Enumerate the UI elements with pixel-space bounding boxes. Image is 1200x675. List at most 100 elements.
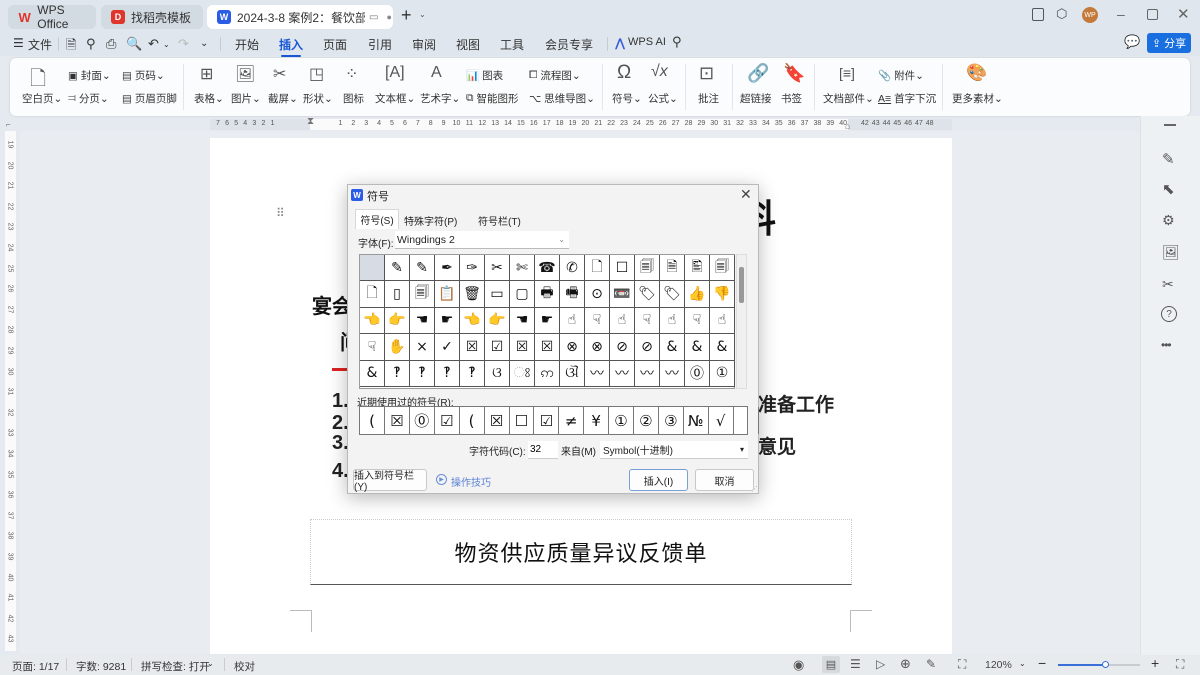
drag-handle-icon[interactable]: ⠿ — [276, 206, 285, 220]
symbol-cell[interactable]: 🖶 — [535, 281, 560, 308]
symbol-cell[interactable]: 🖷 — [560, 281, 585, 308]
icon-button[interactable]: 图标 — [343, 91, 364, 106]
tab-docer[interactable]: D 找稻壳模板 — [101, 5, 203, 29]
symbol-cell[interactable]: ☛ — [435, 307, 460, 335]
symbol-cell[interactable]: ▯ — [385, 281, 410, 308]
symbol-cell[interactable]: ဢ — [535, 360, 560, 387]
screenshot-button[interactable]: 截屏 ⌄ — [268, 91, 298, 106]
font-select[interactable]: Wingdings 2 ⌄ — [395, 231, 569, 249]
tab-special-chars[interactable]: 特殊字符(P) — [404, 213, 457, 228]
table-button[interactable]: 表格 ⌄ — [194, 91, 224, 106]
zoom-out-button[interactable]: − — [1038, 655, 1046, 671]
symbol-grid-scrollbar[interactable] — [736, 254, 747, 389]
redo-icon[interactable]: ↷ — [178, 36, 189, 52]
menu-page[interactable]: 页面 — [323, 36, 347, 53]
symbol-cell[interactable]: ☑ — [485, 334, 510, 361]
symbol-button[interactable]: 符号 ⌄ — [612, 91, 642, 106]
symbol-cell[interactable]: 〰 — [585, 360, 610, 387]
symbol-cell[interactable]: ⓪ — [685, 360, 710, 387]
symbol-cell[interactable]: ☒ — [460, 334, 485, 361]
from-select[interactable]: Symbol(十进制) ▾ — [600, 441, 748, 459]
symbol-cell[interactable]: ☟ — [360, 334, 385, 361]
recent-symbol-cell[interactable]: ≠ — [559, 407, 585, 434]
restore-button[interactable] — [1147, 9, 1158, 20]
symbol-cell[interactable]: ☟ — [635, 307, 660, 335]
pin-icon[interactable]: ⚲ — [86, 36, 96, 52]
symbol-cell[interactable]: 📼 — [610, 281, 635, 308]
undo-icon[interactable]: ↶ — [148, 36, 159, 52]
share-button[interactable]: ⇪ 分享 — [1147, 33, 1191, 53]
pen-mode-icon[interactable]: ✎ — [926, 657, 936, 671]
symbol-cell[interactable]: ☒ — [535, 334, 560, 361]
save-icon[interactable]: 🗎 — [66, 36, 76, 58]
page-number-button[interactable]: ▤ 页码 ⌄ — [122, 68, 165, 83]
chevron-down-icon[interactable]: ⌄ — [1019, 659, 1026, 668]
cancel-button[interactable]: 取消 — [695, 469, 754, 491]
more-chevron-icon[interactable]: ⌄ — [200, 38, 208, 49]
menu-tools[interactable]: 工具 — [500, 36, 524, 53]
tips-link[interactable]: 操作技巧 — [451, 474, 491, 489]
symbol-cell[interactable]: ✎ — [385, 255, 410, 282]
outline-view-icon[interactable]: ☰ — [850, 657, 861, 671]
symbol-cell[interactable]: ✆ — [560, 255, 585, 282]
symbol-cell[interactable]: ☐ — [610, 255, 635, 282]
symbol-cell[interactable]: ଔ — [560, 360, 585, 387]
print-icon[interactable]: ⎙ — [106, 36, 116, 52]
recent-symbol-cell[interactable]: ( — [360, 407, 385, 434]
symbol-cell[interactable]: ☝ — [660, 307, 685, 335]
insert-button[interactable]: 插入(I) — [629, 469, 688, 491]
symbol-cell[interactable]: ☚ — [510, 307, 535, 335]
new-tab-button[interactable]: + — [401, 5, 412, 26]
smartart-button[interactable]: ⧉ 智能图形 — [466, 91, 519, 106]
flowchart-button[interactable]: ⧠ 流程图 ⌄ — [529, 68, 581, 83]
symbol-cell[interactable]: ⊙ — [585, 281, 610, 308]
symbol-cell[interactable]: 👎 — [710, 281, 735, 308]
recent-symbol-cell[interactable]: ☑ — [435, 407, 460, 434]
symbol-cell[interactable]: 🗑 — [460, 281, 485, 308]
menu-member[interactable]: 会员专享 — [545, 36, 593, 53]
symbol-cell[interactable]: ‽ — [385, 360, 410, 387]
play-icon[interactable]: ▷ — [876, 657, 885, 671]
recent-symbol-cell[interactable]: ☐ — [509, 407, 535, 434]
symbol-cell[interactable]: 👉 — [385, 307, 410, 335]
symbol-cell[interactable]: ▢ — [510, 281, 535, 308]
pen-icon[interactable]: ✎ — [1162, 150, 1175, 168]
fullscreen-icon[interactable]: ⛶ — [1176, 657, 1184, 672]
symbol-cell[interactable]: ✄ — [510, 255, 535, 282]
symbol-cell[interactable]: ☝ — [710, 307, 735, 335]
symbol-cell[interactable]: ① — [710, 360, 735, 387]
close-dialog-button[interactable]: ✕ — [740, 186, 752, 203]
close-window-button[interactable]: ✕ — [1177, 5, 1190, 23]
settings-sliders-icon[interactable]: ⚙ — [1162, 212, 1175, 229]
ruler-corner-icon[interactable]: ⌐ — [6, 120, 11, 129]
fit-screen-icon[interactable]: ⛶ — [958, 657, 966, 672]
wordart-button[interactable]: 艺术字 ⌄ — [420, 91, 460, 106]
symbol-cell[interactable]: ⊗ — [585, 334, 610, 361]
symbol-cell[interactable]: 🗋 — [360, 281, 385, 308]
char-code-input[interactable] — [528, 441, 558, 459]
symbol-cell[interactable]: ✒ — [435, 255, 460, 282]
menu-review[interactable]: 审阅 — [412, 36, 436, 53]
menu-reference[interactable]: 引用 — [368, 36, 392, 53]
formula-button[interactable]: 公式 ⌄ — [648, 91, 678, 106]
symbol-cell[interactable]: ✓ — [435, 334, 460, 361]
horizontal-ruler[interactable]: 7654321 1 2 3 4 5 6 7 8 9 10 11 12 13 14 15 16 17 18 19 20 2… — [210, 116, 952, 131]
indent-marker-icon[interactable]: ⧗ — [307, 116, 314, 127]
symbol-cell[interactable] — [360, 255, 385, 282]
symbol-cell[interactable]: 〰 — [660, 360, 685, 387]
tools-icon[interactable]: ✂ — [1162, 276, 1174, 293]
zoom-slider[interactable] — [1058, 661, 1140, 668]
symbol-cell[interactable]: ⊘ — [635, 334, 660, 361]
recent-symbol-cell[interactable]: ☑ — [534, 407, 560, 434]
symbol-cell[interactable]: 👉 — [485, 307, 510, 335]
vertical-ruler[interactable]: 19 20 21 22 23 24 25 26 27 28 29 30 31 32 33 34 35 36 37 38… — [5, 131, 16, 663]
scrollbar-thumb[interactable] — [739, 267, 744, 303]
symbol-cell[interactable]: ☒ — [510, 334, 535, 361]
tab-wps-office[interactable]: W WPS Office — [8, 3, 96, 31]
search-icon[interactable]: ⚲ — [672, 34, 682, 50]
recent-symbol-cell[interactable]: ( — [460, 407, 485, 434]
menu-start[interactable]: 开始 — [235, 36, 259, 53]
recent-symbol-cell[interactable]: √ — [709, 407, 734, 434]
menu-file[interactable]: 文件 — [28, 36, 52, 53]
symbol-cell[interactable]: ‽ — [435, 360, 460, 387]
